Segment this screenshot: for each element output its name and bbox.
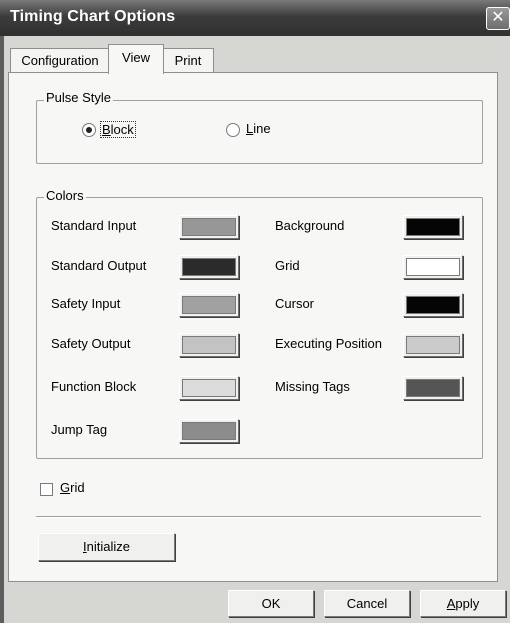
background-swatch: [406, 218, 460, 236]
grid-color-button[interactable]: [403, 255, 463, 279]
missing-tags-swatch: [406, 379, 460, 397]
tab-view[interactable]: View: [108, 44, 164, 74]
safety-output-swatch: [182, 336, 236, 354]
missing-tags-color-button[interactable]: [403, 376, 463, 400]
executing-position-swatch: [406, 336, 460, 354]
initialize-button[interactable]: Initialize: [38, 533, 175, 561]
pulse-style-legend: Pulse Style: [44, 90, 114, 105]
grid-checkbox-label[interactable]: Grid: [60, 480, 85, 495]
block-radio-label[interactable]: Block: [100, 121, 136, 138]
standard-input-color-button[interactable]: [179, 215, 239, 239]
standard-input-swatch: [182, 218, 236, 236]
grid-color-label: Grid: [275, 258, 300, 273]
cursor-label: Cursor: [275, 296, 315, 311]
tab-configuration[interactable]: Configuration: [10, 48, 110, 73]
close-icon[interactable]: ✕: [486, 7, 510, 30]
executing-position-color-button[interactable]: [403, 333, 463, 357]
function-block-color-button[interactable]: [179, 376, 239, 400]
safety-input-label: Safety Input: [51, 296, 121, 311]
jump-tag-swatch: [182, 422, 236, 440]
jump-tag-label: Jump Tag: [51, 422, 108, 437]
line-radio[interactable]: [226, 123, 240, 137]
safety-input-color-button[interactable]: [179, 293, 239, 317]
executing-position-label: Executing Position: [275, 336, 382, 351]
standard-output-color-button[interactable]: [179, 255, 239, 279]
cursor-color-button[interactable]: [403, 293, 463, 317]
separator-line: [36, 516, 481, 518]
grid-swatch: [406, 258, 460, 276]
function-block-swatch: [182, 379, 236, 397]
ok-button[interactable]: OK: [228, 590, 314, 617]
function-block-label: Function Block: [51, 379, 137, 394]
grid-checkbox[interactable]: [40, 483, 53, 496]
cancel-button[interactable]: Cancel: [324, 590, 410, 617]
line-radio-label[interactable]: Line: [246, 121, 271, 136]
standard-output-swatch: [182, 258, 236, 276]
tab-print[interactable]: Print: [162, 48, 214, 73]
safety-input-swatch: [182, 296, 236, 314]
radio-selected-dot: [86, 127, 92, 133]
timing-chart-options-dialog: Timing Chart Options ✕ Configuration Vie…: [0, 0, 510, 623]
standard-input-label: Standard Input: [51, 218, 137, 233]
standard-output-label: Standard Output: [51, 258, 147, 273]
safety-output-color-button[interactable]: [179, 333, 239, 357]
background-label: Background: [275, 218, 345, 233]
safety-output-label: Safety Output: [51, 336, 131, 351]
colors-legend: Colors: [44, 188, 86, 203]
block-radio[interactable]: [82, 123, 96, 137]
background-color-button[interactable]: [403, 215, 463, 239]
cursor-swatch: [406, 296, 460, 314]
window-title: Timing Chart Options: [10, 8, 176, 25]
window-left-edge: [0, 36, 4, 623]
apply-button[interactable]: Apply: [420, 590, 506, 617]
missing-tags-label: Missing Tags: [275, 379, 350, 394]
jump-tag-color-button[interactable]: [179, 419, 239, 443]
